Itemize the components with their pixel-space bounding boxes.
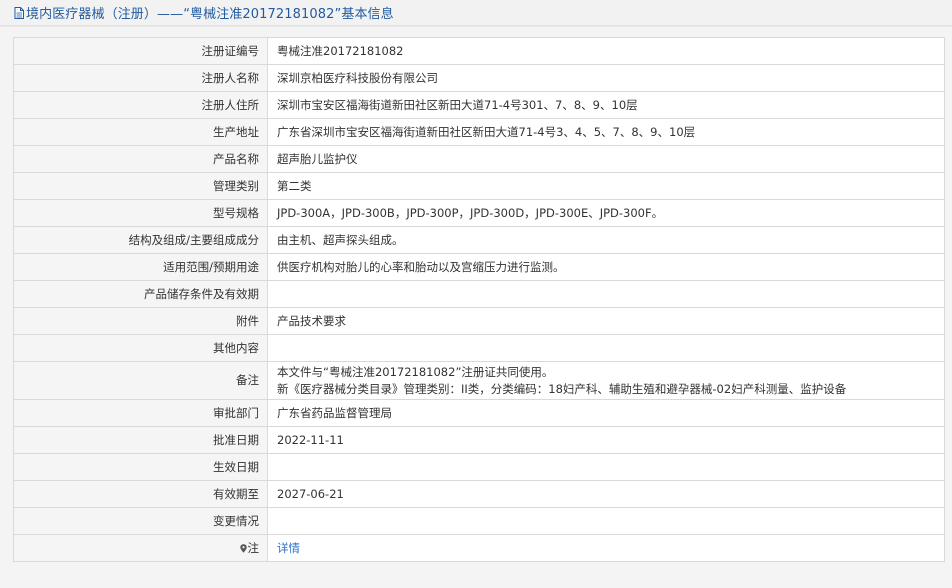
page-title: 境内医疗器械（注册）——“粤械注准20172181082”基本信息	[26, 7, 394, 22]
row-value	[267, 453, 945, 481]
row-value: 详情	[267, 534, 945, 562]
row-value: 深圳市宝安区福海街道新田社区新田大道71-4号301、7、8、9、10层	[267, 91, 945, 119]
row-value: 由主机、超声探头组成。	[267, 226, 945, 254]
table-row: 注册证编号 粤械注准20172181082	[13, 37, 945, 65]
row-label: 生效日期	[13, 453, 268, 481]
table-row: 附件 产品技术要求	[13, 307, 945, 335]
row-value: 粤械注准20172181082	[267, 37, 945, 65]
row-value	[267, 280, 945, 308]
table-row: 管理类别 第二类	[13, 172, 945, 200]
row-label: 注册证编号	[13, 37, 268, 65]
page-header: 境内医疗器械（注册）——“粤械注准20172181082”基本信息	[0, 0, 952, 26]
row-value: 本文件与“粤械注准20172181082”注册证共同使用。 新《医疗器械分类目录…	[267, 361, 945, 400]
row-label: 审批部门	[13, 399, 268, 427]
row-label: 产品储存条件及有效期	[13, 280, 268, 308]
table-row: 注册人名称 深圳京柏医疗科技股份有限公司	[13, 64, 945, 92]
table-row: 适用范围/预期用途 供医疗机构对胎儿的心率和胎动以及宫缩压力进行监测。	[13, 253, 945, 281]
row-label: 附件	[13, 307, 268, 335]
table-row: 批准日期 2022-11-11	[13, 426, 945, 454]
row-value: 2027-06-21	[267, 480, 945, 508]
map-pin-icon	[239, 541, 247, 553]
table-row: 审批部门 广东省药品监督管理局	[13, 399, 945, 427]
table-row: 备注 本文件与“粤械注准20172181082”注册证共同使用。 新《医疗器械分…	[13, 361, 945, 400]
row-label: 有效期至	[13, 480, 268, 508]
row-label: 变更情况	[13, 507, 268, 535]
row-label: 型号规格	[13, 199, 268, 227]
table-row: 生产地址 广东省深圳市宝安区福海街道新田社区新田大道71-4号3、4、5、7、8…	[13, 118, 945, 146]
document-icon	[14, 6, 24, 19]
remark-line-1: 本文件与“粤械注准20172181082”注册证共同使用。	[277, 364, 554, 379]
row-value	[267, 507, 945, 535]
row-value: 广东省深圳市宝安区福海街道新田社区新田大道71-4号3、4、5、7、8、9、10…	[267, 118, 945, 146]
row-label: 注册人住所	[13, 91, 268, 119]
table-row: 型号规格 JPD-300A，JPD-300B，JPD-300P，JPD-300D…	[13, 199, 945, 227]
table-row: 生效日期	[13, 453, 945, 481]
table-row: 结构及组成/主要组成成分 由主机、超声探头组成。	[13, 226, 945, 254]
note-label-cell: 注	[13, 534, 268, 562]
row-label: 注	[247, 540, 260, 555]
registration-info-table: 注册证编号 粤械注准20172181082 注册人名称 深圳京柏医疗科技股份有限…	[13, 37, 945, 562]
table-row: 其他内容	[13, 334, 945, 362]
row-value: JPD-300A，JPD-300B，JPD-300P，JPD-300D，JPD-…	[267, 199, 945, 227]
row-label: 结构及组成/主要组成成分	[13, 226, 268, 254]
table-row: 产品储存条件及有效期	[13, 280, 945, 308]
table-row: 有效期至 2027-06-21	[13, 480, 945, 508]
row-value: 产品技术要求	[267, 307, 945, 335]
row-label: 其他内容	[13, 334, 268, 362]
row-value	[267, 334, 945, 362]
row-value: 供医疗机构对胎儿的心率和胎动以及宫缩压力进行监测。	[267, 253, 945, 281]
table-row: 变更情况	[13, 507, 945, 535]
remark-line-2: 新《医疗器械分类目录》管理类别：II类，分类编码：18妇产科、辅助生殖和避孕器械…	[277, 381, 847, 396]
row-value: 超声胎儿监护仪	[267, 145, 945, 173]
row-value: 深圳京柏医疗科技股份有限公司	[267, 64, 945, 92]
table-row: 注 详情	[13, 534, 945, 562]
row-value: 广东省药品监督管理局	[267, 399, 945, 427]
row-label: 注册人名称	[13, 64, 268, 92]
row-value: 第二类	[267, 172, 945, 200]
table-row: 产品名称 超声胎儿监护仪	[13, 145, 945, 173]
row-label: 管理类别	[13, 172, 268, 200]
table-row: 注册人住所 深圳市宝安区福海街道新田社区新田大道71-4号301、7、8、9、1…	[13, 91, 945, 119]
row-value: 2022-11-11	[267, 426, 945, 454]
row-label: 批准日期	[13, 426, 268, 454]
row-label: 生产地址	[13, 118, 268, 146]
row-label: 适用范围/预期用途	[13, 253, 268, 281]
row-label: 备注	[13, 361, 268, 400]
row-label: 产品名称	[13, 145, 268, 173]
detail-link[interactable]: 详情	[277, 541, 300, 555]
